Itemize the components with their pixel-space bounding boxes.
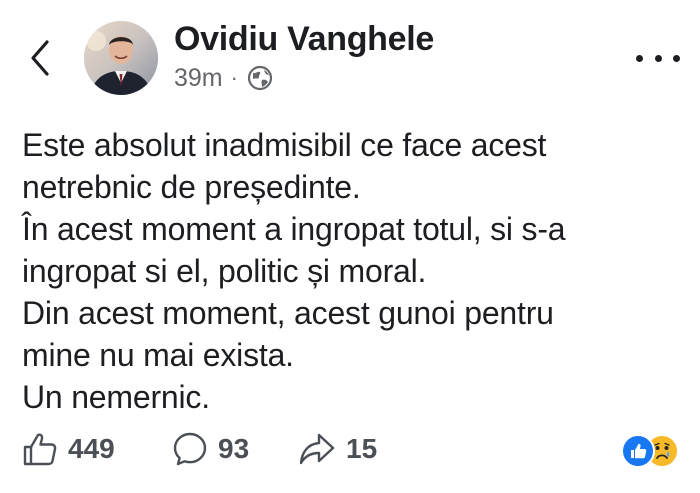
- comment-bubble-icon: [173, 432, 207, 466]
- post-text-line: netrebnic de președinte.: [22, 169, 361, 205]
- thumbs-up-icon: [23, 433, 57, 466]
- comment-button[interactable]: 93: [172, 426, 249, 472]
- more-dot-icon: [636, 54, 643, 62]
- globe-icon: [247, 65, 273, 91]
- post-meta: 39m ·: [174, 62, 273, 94]
- share-count: 15: [346, 433, 378, 464]
- like-count: 449: [68, 433, 115, 464]
- more-dot-icon: [673, 54, 680, 62]
- post-text-line: În acest moment a ingropat totul, si s-a: [22, 211, 566, 247]
- post-time[interactable]: 39m: [174, 64, 223, 93]
- more-options-button[interactable]: [636, 46, 680, 70]
- chevron-left-icon: [31, 40, 49, 76]
- share-arrow-icon: [299, 433, 335, 465]
- post-text: Este absolut inadmisibil ce face acest n…: [22, 124, 682, 418]
- reaction-summary[interactable]: [621, 434, 681, 468]
- more-dot-icon: [654, 54, 662, 62]
- meta-separator: ·: [230, 65, 238, 90]
- post-text-line: mine nu mai exista.: [22, 337, 294, 373]
- share-button[interactable]: 15: [298, 426, 377, 472]
- like-icon: [621, 434, 655, 468]
- comment-count: 93: [218, 433, 250, 464]
- avatar[interactable]: [84, 21, 158, 95]
- post-text-line: ingropat si el, politic și moral.: [22, 253, 427, 289]
- post-text-line: Din acest moment, acest gunoi pentru: [22, 295, 554, 331]
- author-name[interactable]: Ovidiu Vanghele: [174, 20, 434, 59]
- post-text-line: Un nemernic.: [22, 379, 210, 415]
- like-button[interactable]: 449: [22, 426, 115, 472]
- post-actions: 449 93 15: [0, 426, 700, 476]
- post-text-line: Este absolut inadmisibil ce face acest: [22, 127, 547, 163]
- back-button[interactable]: [22, 36, 58, 80]
- post-header: Ovidiu Vanghele 39m ·: [0, 0, 700, 110]
